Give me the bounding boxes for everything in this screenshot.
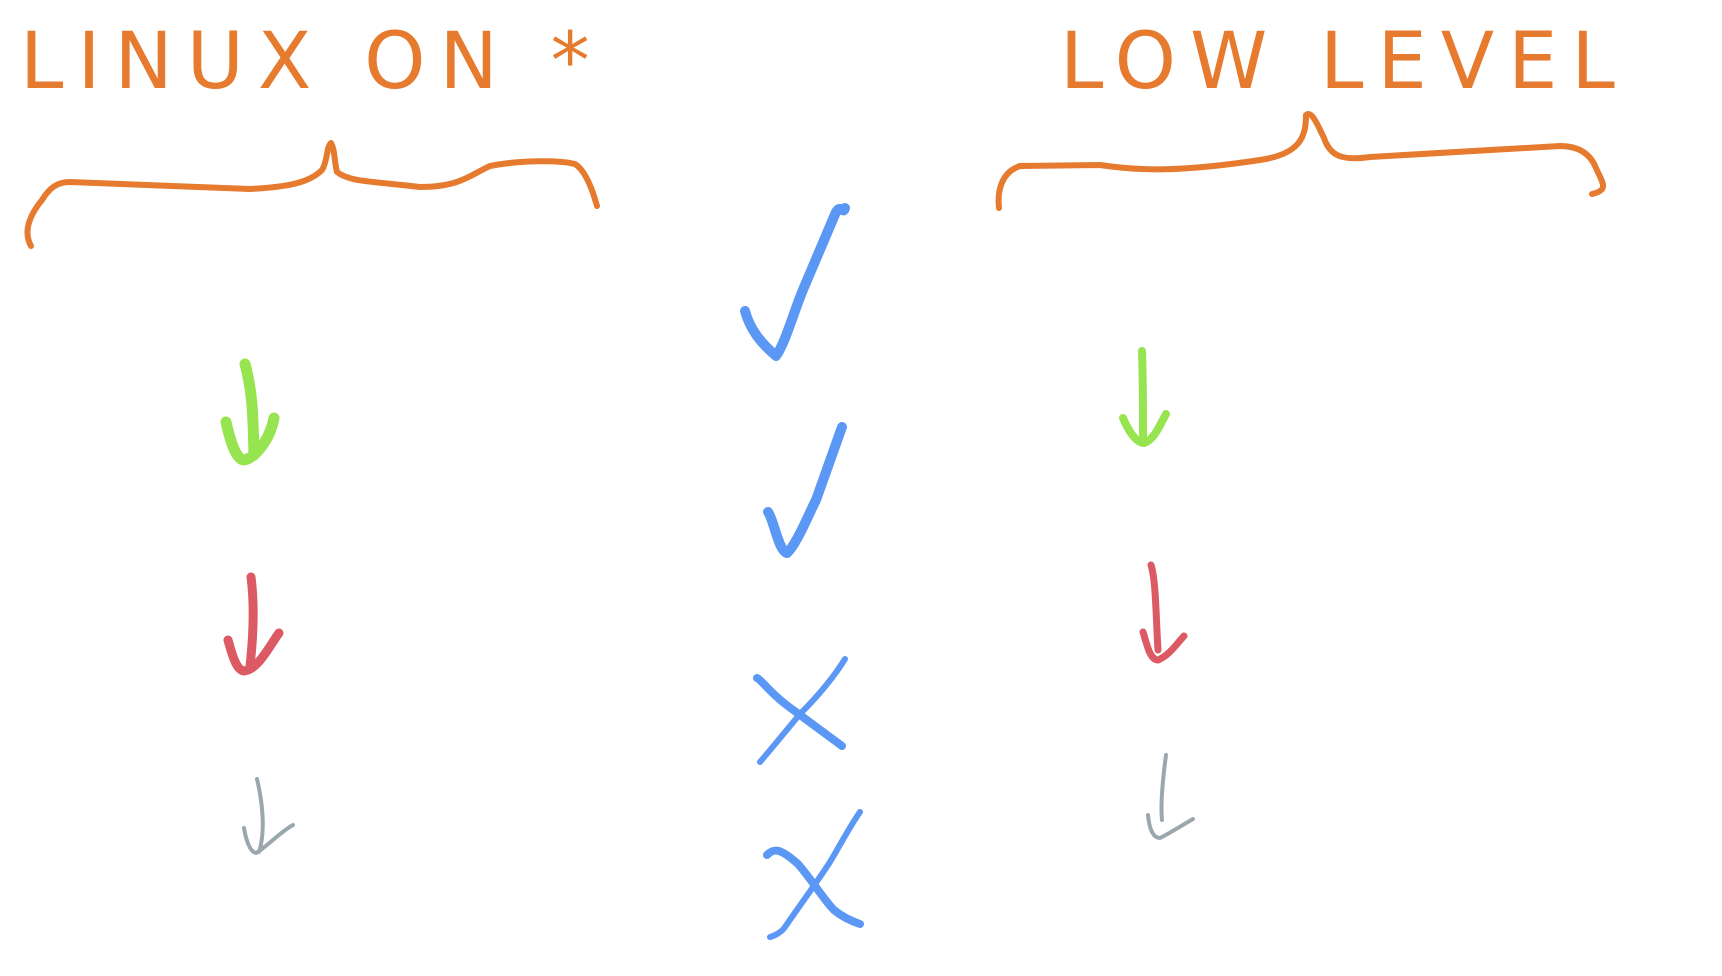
- whiteboard-diagram: LINUX ON * LOW LEVEL: [20, 17, 1629, 940]
- left-curly-brace: [24, 140, 600, 249]
- arrow-down-red-icon: [1147, 561, 1162, 654]
- arrow-down-gray-icon: [1159, 753, 1168, 822]
- left-heading: LINUX ON *: [20, 17, 604, 107]
- arrow-down-green-icon: [239, 358, 260, 461]
- arrow-down-gray-icon: [255, 777, 265, 854]
- arrow-down-green-icon: [1138, 347, 1147, 440]
- right-curly-brace: [995, 111, 1606, 211]
- check-icon: [740, 203, 850, 361]
- arrow-down-red-icon: [1139, 628, 1188, 664]
- arrow-down-red-icon: [245, 572, 258, 671]
- arrow-down-gray-icon: [242, 823, 295, 855]
- check-icon: [763, 422, 847, 558]
- right-heading: LOW LEVEL: [1060, 17, 1629, 107]
- x-icon: [757, 656, 848, 765]
- arrow-down-gray-icon: [1146, 813, 1195, 840]
